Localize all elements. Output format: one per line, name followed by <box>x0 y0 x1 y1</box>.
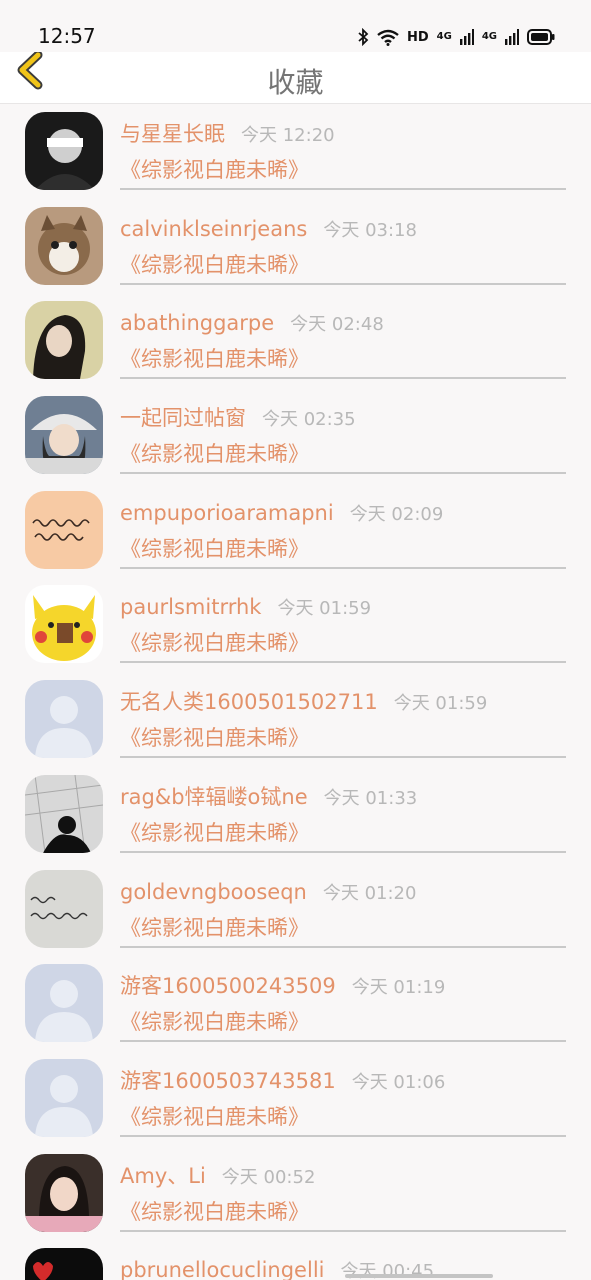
scroll-indicator <box>345 1274 493 1278</box>
divider <box>120 282 566 285</box>
list-item[interactable]: 游客1600503743581 今天 01:06 《综影视白鹿未晞》 <box>0 1051 591 1146</box>
timestamp: 今天 01:19 <box>351 977 446 999</box>
favorite-title[interactable]: 《综影视白鹿未晞》 <box>120 819 309 847</box>
default-avatar[interactable] <box>25 680 103 759</box>
list-item[interactable]: abathinggarpe 今天 02:48 《综影视白鹿未晞》 <box>0 293 591 388</box>
favorite-title[interactable]: 《综影视白鹿未晞》 <box>120 440 309 468</box>
avatar[interactable] <box>25 396 103 475</box>
favorites-list: 与星星长眠 今天 12:20 《综影视白鹿未晞》 calvinklseinrjea… <box>0 104 591 1280</box>
timestamp: 今天 02:48 <box>290 314 384 336</box>
timestamp: 今天 03:18 <box>323 219 417 241</box>
divider <box>120 1229 566 1232</box>
avatar[interactable] <box>25 585 103 664</box>
page-title: 收藏 <box>267 66 324 99</box>
battery-icon <box>527 29 555 45</box>
list-item[interactable]: Amy、Li 今天 00:52 《综影视白鹿未晞》 <box>0 1146 591 1241</box>
avatar[interactable] <box>25 1153 103 1232</box>
favorite-title[interactable]: 《综影视白鹿未晞》 <box>120 251 309 279</box>
avatar[interactable] <box>25 206 103 285</box>
timestamp: 今天 01:06 <box>351 1071 446 1093</box>
username[interactable]: rag&b悻辐嵝o铽ne <box>120 783 308 811</box>
timestamp: 今天 02:35 <box>262 409 356 431</box>
bluetooth-icon <box>358 28 369 46</box>
avatar[interactable] <box>25 1248 103 1280</box>
username[interactable]: paurlsmitrrhk <box>120 593 261 621</box>
signal-1-label: 4G <box>436 31 452 42</box>
timestamp: 今天 01:59 <box>393 693 488 715</box>
username[interactable]: Amy、Li <box>120 1162 206 1190</box>
status-bar: 12:57 HD 4G 4G <box>0 0 591 52</box>
divider <box>120 566 566 569</box>
divider <box>120 188 566 190</box>
username[interactable]: abathinggarpe <box>120 309 274 337</box>
avatar[interactable] <box>25 774 103 853</box>
avatar[interactable] <box>25 490 103 569</box>
divider <box>120 472 566 475</box>
list-item[interactable]: pbrunellocuclingelli 今天 00:45 <box>0 1240 591 1280</box>
list-item[interactable]: 与星星长眠 今天 12:20 《综影视白鹿未晞》 <box>0 104 591 199</box>
avatar[interactable] <box>25 869 103 948</box>
wifi-icon <box>377 29 399 46</box>
status-time: 12:57 <box>38 24 96 48</box>
timestamp: 今天 00:52 <box>221 1166 316 1188</box>
timestamp: 今天 01:59 <box>277 598 372 620</box>
list-item[interactable]: calvinklseinrjeans 今天 03:18 《综影视白鹿未晞》 <box>0 199 591 294</box>
list-item[interactable]: 一起同过帖窗 今天 02:35 《综影视白鹿未晞》 <box>0 388 591 483</box>
favorite-title[interactable]: 《综影视白鹿未晞》 <box>120 1008 309 1036</box>
list-item[interactable]: paurlsmitrrhk 今天 01:59 《综影视白鹿未晞》 <box>0 577 591 672</box>
username[interactable]: calvinklseinrjeans <box>120 215 307 243</box>
hd-label: HD <box>406 29 429 45</box>
divider <box>120 661 566 664</box>
username[interactable]: 一起同过帖窗 <box>120 404 246 432</box>
list-item[interactable]: 无名人类1600501502711 今天 01:59 《综影视白鹿未晞》 <box>0 672 591 767</box>
favorite-title[interactable]: 《综影视白鹿未晞》 <box>120 914 309 942</box>
list-item[interactable]: goldevngbooseqn 今天 01:20 《综影视白鹿未晞》 <box>0 862 591 957</box>
default-avatar[interactable] <box>25 1058 103 1137</box>
list-item[interactable]: rag&b悻辐嵝o铽ne 今天 01:33 《综影视白鹿未晞》 <box>0 767 591 862</box>
divider <box>120 1040 566 1043</box>
favorite-title[interactable]: 《综影视白鹿未晞》 <box>120 1103 309 1131</box>
divider <box>120 850 566 853</box>
username[interactable]: empuporioaramapni <box>120 499 334 527</box>
signal-2-icon <box>505 29 519 45</box>
favorite-title[interactable]: 《综影视白鹿未晞》 <box>120 724 309 752</box>
divider <box>120 756 566 759</box>
header-bar: 收藏 <box>0 50 591 104</box>
username[interactable]: 与星星长眠 <box>120 120 225 148</box>
default-avatar[interactable] <box>25 964 103 1043</box>
username[interactable]: pbrunellocuclingelli <box>120 1256 324 1280</box>
username[interactable]: 游客1600503743581 <box>120 1067 336 1095</box>
favorite-title[interactable]: 《综影视白鹿未晞》 <box>120 629 309 657</box>
username[interactable]: 游客1600500243509 <box>120 972 336 1000</box>
signal-2-label: 4G <box>481 31 497 42</box>
signal-1-icon <box>459 29 474 45</box>
status-icons: HD 4G 4G <box>357 24 555 50</box>
avatar[interactable] <box>25 301 103 380</box>
timestamp: 今天 01:33 <box>323 787 418 809</box>
divider <box>120 1134 566 1137</box>
timestamp: 今天 02:09 <box>349 503 444 525</box>
list-item[interactable]: empuporioaramapni 今天 02:09 《综影视白鹿未晞》 <box>0 483 591 578</box>
favorite-title[interactable]: 《综影视白鹿未晞》 <box>120 535 309 563</box>
favorite-title[interactable]: 《综影视白鹿未晞》 <box>120 156 309 184</box>
timestamp: 今天 12:20 <box>241 125 335 146</box>
divider <box>120 945 566 948</box>
favorite-title[interactable]: 《综影视白鹿未晞》 <box>120 1198 309 1226</box>
username[interactable]: goldevngbooseqn <box>120 878 307 906</box>
favorite-title[interactable]: 《综影视白鹿未晞》 <box>120 345 309 373</box>
username[interactable]: 无名人类1600501502711 <box>120 688 378 716</box>
list-item[interactable]: 游客1600500243509 今天 01:19 《综影视白鹿未晞》 <box>0 956 591 1051</box>
divider <box>120 377 566 380</box>
timestamp: 今天 01:20 <box>322 882 417 904</box>
avatar[interactable] <box>25 112 103 190</box>
